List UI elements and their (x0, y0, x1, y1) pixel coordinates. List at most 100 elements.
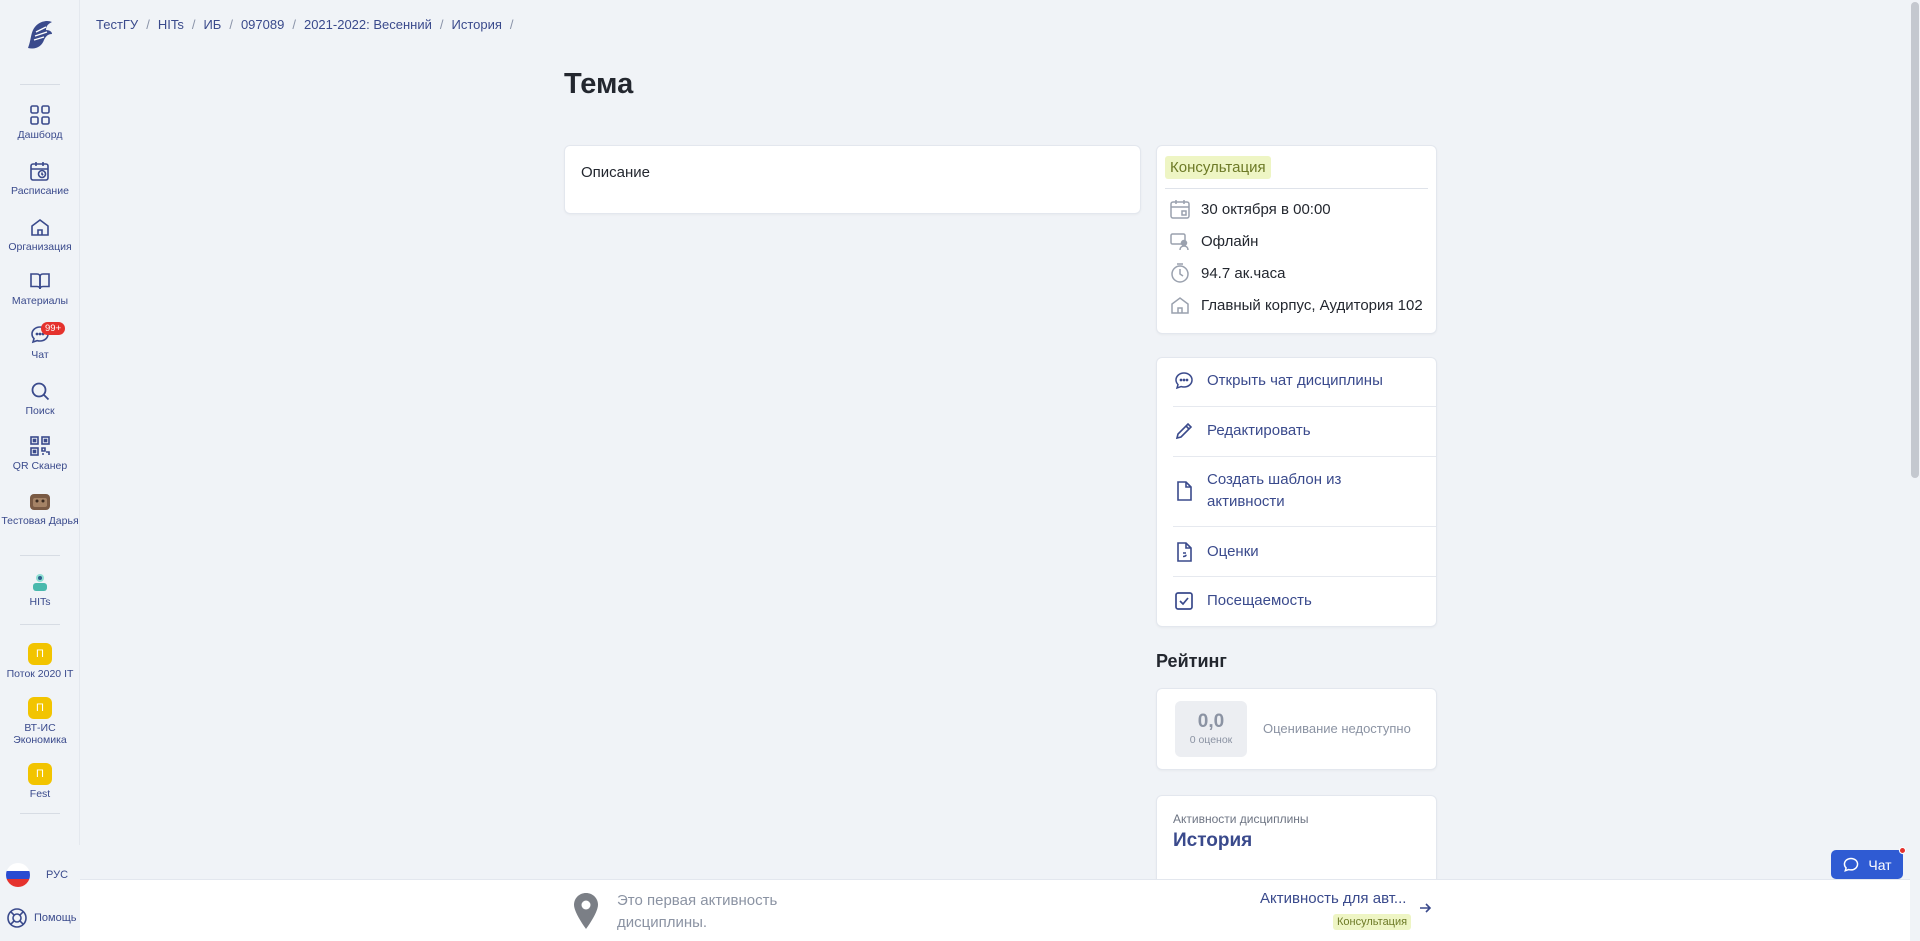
sidebar-item-label: Расписание (11, 185, 69, 197)
activity-type-tag: Консультация (1165, 156, 1271, 179)
sidebar-item-schedule[interactable]: Расписание (0, 160, 80, 197)
chat-icon (1844, 857, 1859, 872)
book-icon (30, 273, 50, 290)
pencil-icon (1175, 422, 1193, 440)
search-icon (31, 382, 50, 401)
sidebar-item-group-fest[interactable]: П Fest (0, 763, 80, 800)
page-title: Тема (564, 68, 634, 100)
breadcrumb-separator: / (229, 17, 233, 32)
sidebar-divider (20, 555, 60, 556)
divider (1173, 526, 1436, 527)
sidebar-item-label: Материалы (11, 295, 69, 307)
activity-info-card: Консультация 30 октября в 00:00 Офлайн 9… (1156, 145, 1437, 334)
activity-duration: 94.7 ак.часа (1201, 264, 1286, 282)
sidebar-item-search[interactable]: Поиск (0, 380, 80, 417)
floating-chat-button[interactable]: Чат (1831, 847, 1906, 879)
calendar-clock-icon (30, 162, 49, 181)
next-activity-link[interactable]: Активность для авт... (1260, 890, 1406, 907)
sidebar-divider (20, 813, 60, 814)
notification-dot (1899, 847, 1906, 854)
help-button[interactable]: Помощь (6, 907, 77, 929)
divider (1173, 456, 1436, 457)
sidebar-footer: РУС Помощь (0, 845, 80, 941)
action-label: Оценки (1207, 543, 1259, 560)
location-pin-icon (574, 893, 598, 929)
activity-format-row: Офлайн (1169, 230, 1258, 252)
breadcrumb-item[interactable]: ИБ (203, 17, 221, 32)
sidebar-item-label: Организация (8, 241, 72, 253)
document-icon (1177, 481, 1192, 501)
sidebar-item-label: Поиск (25, 405, 55, 417)
action-label: Редактировать (1207, 422, 1311, 439)
rating-count: 0 оценок (1189, 734, 1233, 746)
action-label: Посещаемость (1207, 592, 1312, 609)
language-switcher[interactable]: РУС (6, 863, 68, 887)
activity-location: Главный корпус, Аудитория 102 (1201, 296, 1423, 314)
sidebar: Дашборд Расписание Организация Материалы… (0, 0, 80, 941)
sidebar-item-dashboard[interactable]: Дашборд (0, 104, 80, 141)
divider (1165, 188, 1428, 189)
breadcrumb-separator: / (146, 17, 150, 32)
sidebar-item-label: Тестовая Дарья (1, 515, 79, 527)
sidebar-item-qr-scanner[interactable]: QR Сканер (0, 435, 80, 472)
discipline-activities-caption: Активности дисциплины (1173, 812, 1309, 826)
sidebar-item-chat[interactable]: 99+ Чат (0, 322, 80, 361)
breadcrumb-item[interactable]: 2021-2022: Весенний (304, 17, 432, 32)
next-activity-tag: Консультация (1333, 914, 1412, 930)
sidebar-item-group-vt-is[interactable]: П ВТ-ИС Экономика (0, 697, 80, 746)
offline-people-icon (1170, 233, 1189, 251)
arrow-right-icon[interactable] (1418, 901, 1432, 915)
sidebar-item-label: QR Сканер (12, 460, 68, 472)
grades-button[interactable]: Оценки (1173, 541, 1436, 563)
activity-date-row: 30 октября в 00:00 (1169, 198, 1331, 220)
activity-format: Офлайн (1201, 232, 1259, 250)
sidebar-item-organization[interactable]: Организация (0, 216, 80, 253)
sidebar-item-profile[interactable]: Тестовая Дарья (0, 490, 80, 527)
create-template-button[interactable]: Создать шаблон из активности (1173, 469, 1436, 513)
sidebar-item-label: HITs (29, 596, 51, 608)
activity-navigation-bar: Это первая активность дисциплины. Активн… (80, 879, 1910, 941)
flag-ru-icon (6, 863, 30, 887)
lifebuoy-icon (7, 908, 27, 928)
breadcrumb-separator: / (439, 17, 444, 32)
rating-heading: Рейтинг (1156, 651, 1227, 671)
discipline-title[interactable]: История (1173, 830, 1252, 852)
breadcrumb-item[interactable]: HITs (158, 17, 184, 32)
sidebar-item-group-potok[interactable]: П Поток 2020 IT (0, 643, 80, 680)
org-avatar-icon (33, 574, 47, 591)
chat-button-label: Чат (1868, 856, 1892, 873)
breadcrumb-item[interactable]: 097089 (241, 17, 284, 32)
rating-card: 0,0 0 оценок Оценивание недоступно (1156, 688, 1437, 770)
activity-location-row: Главный корпус, Аудитория 102 (1169, 294, 1423, 316)
breadcrumb-separator: / (191, 17, 196, 32)
sidebar-divider (20, 84, 60, 85)
divider (1173, 406, 1436, 407)
first-activity-note: Это первая активность дисциплины. (617, 892, 778, 931)
group-avatar: П (28, 643, 52, 665)
open-chat-button[interactable]: Открыть чат дисциплины (1173, 370, 1436, 392)
calendar-icon (1170, 200, 1190, 219)
sidebar-item-hits[interactable]: HITs (0, 571, 80, 608)
sidebar-item-label: Чат (31, 349, 49, 361)
sidebar-item-label: Поток 2020 IT (6, 668, 74, 680)
chat-unread-badge: 99+ (41, 322, 66, 335)
group-avatar: П (28, 763, 52, 785)
university-logo-icon[interactable] (22, 18, 56, 54)
sidebar-item-materials[interactable]: Материалы (0, 270, 80, 307)
building-icon (1171, 297, 1189, 314)
attendance-button[interactable]: Посещаемость (1173, 590, 1436, 612)
description-title: Описание (581, 164, 651, 181)
grades-document-icon (1177, 542, 1192, 562)
breadcrumb-item[interactable]: История (452, 17, 502, 32)
qr-icon (30, 436, 50, 456)
user-avatar-icon (30, 494, 50, 510)
timer-icon (1171, 263, 1189, 283)
breadcrumb-separator: / (509, 17, 514, 32)
scrollbar-thumb[interactable] (1911, 2, 1919, 478)
description-card: Описание (564, 145, 1141, 214)
breadcrumb: ТестГУ / HITs / ИБ / 097089 / 2021-2022: Вес… (96, 17, 514, 32)
sidebar-item-label: Fest (29, 788, 51, 800)
edit-button[interactable]: Редактировать (1173, 420, 1436, 442)
rating-status: Оценивание недоступно (1263, 721, 1411, 736)
breadcrumb-item[interactable]: ТестГУ (96, 17, 138, 32)
